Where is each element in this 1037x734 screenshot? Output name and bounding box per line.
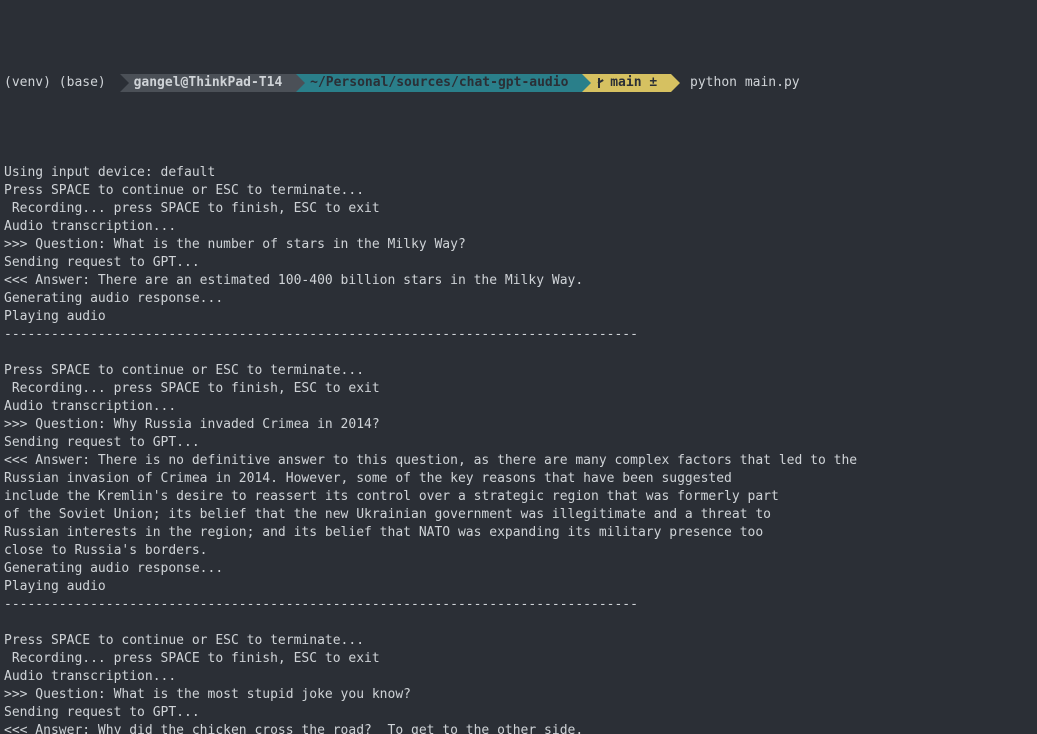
output-line: ----------------------------------------… <box>4 596 1033 614</box>
output-line: Press SPACE to continue or ESC to termin… <box>4 182 1033 200</box>
powerline-arrow-icon <box>582 74 591 92</box>
prompt-path: ~/Personal/sources/chat-gpt-audio <box>296 74 582 92</box>
output-line: >>> Question: Why Russia invaded Crimea … <box>4 416 1033 434</box>
prompt-env: (venv) (base) <box>4 74 120 92</box>
prompt-host: gangel@ThinkPad-T14 <box>120 74 297 92</box>
powerline-arrow-icon <box>296 74 305 92</box>
output-line: Recording... press SPACE to finish, ESC … <box>4 380 1033 398</box>
output-line: Press SPACE to continue or ESC to termin… <box>4 362 1033 380</box>
output-line <box>4 344 1033 362</box>
terminal-output: Using input device: defaultPress SPACE t… <box>4 164 1033 734</box>
output-line: Russian invasion of Crimea in 2014. Howe… <box>4 470 1033 488</box>
output-line: Recording... press SPACE to finish, ESC … <box>4 650 1033 668</box>
prompt-branch-text: main ± <box>610 74 665 92</box>
output-line: >>> Question: What is the most stupid jo… <box>4 686 1033 704</box>
prompt-branch: main ± <box>582 74 671 92</box>
output-line: Playing audio <box>4 308 1033 326</box>
powerline-arrow-icon <box>120 74 129 92</box>
output-line: Sending request to GPT... <box>4 704 1033 722</box>
output-line <box>4 614 1033 632</box>
output-line: close to Russia's borders. <box>4 542 1033 560</box>
output-line: Audio transcription... <box>4 398 1033 416</box>
output-line: Sending request to GPT... <box>4 434 1033 452</box>
output-line: <<< Answer: There are an estimated 100-4… <box>4 272 1033 290</box>
output-line: ----------------------------------------… <box>4 326 1033 344</box>
powerline-arrow-icon <box>671 74 680 92</box>
output-line: Audio transcription... <box>4 668 1033 686</box>
prompt-line-1: (venv) (base) gangel@ThinkPad-T14 ~/Pers… <box>4 74 1033 92</box>
output-line: Generating audio response... <box>4 560 1033 578</box>
output-line: of the Soviet Union; its belief that the… <box>4 506 1033 524</box>
output-line: Russian interests in the region; and its… <box>4 524 1033 542</box>
output-line: Playing audio <box>4 578 1033 596</box>
output-line: Generating audio response... <box>4 290 1033 308</box>
output-line: Using input device: default <box>4 164 1033 182</box>
output-line: Sending request to GPT... <box>4 254 1033 272</box>
prompt-command: python main.py <box>680 74 806 92</box>
prompt-host-text: gangel@ThinkPad-T14 <box>134 74 291 92</box>
output-line: Audio transcription... <box>4 218 1033 236</box>
git-branch-icon <box>596 78 606 88</box>
output-line: <<< Answer: There is no definitive answe… <box>4 452 1033 470</box>
output-line: include the Kremlin's desire to reassert… <box>4 488 1033 506</box>
terminal[interactable]: (venv) (base) gangel@ThinkPad-T14 ~/Pers… <box>0 0 1037 734</box>
output-line: >>> Question: What is the number of star… <box>4 236 1033 254</box>
prompt-path-text: ~/Personal/sources/chat-gpt-audio <box>310 74 576 92</box>
output-line: Press SPACE to continue or ESC to termin… <box>4 632 1033 650</box>
output-line: Recording... press SPACE to finish, ESC … <box>4 200 1033 218</box>
output-line: <<< Answer: Why did the chicken cross th… <box>4 722 1033 734</box>
